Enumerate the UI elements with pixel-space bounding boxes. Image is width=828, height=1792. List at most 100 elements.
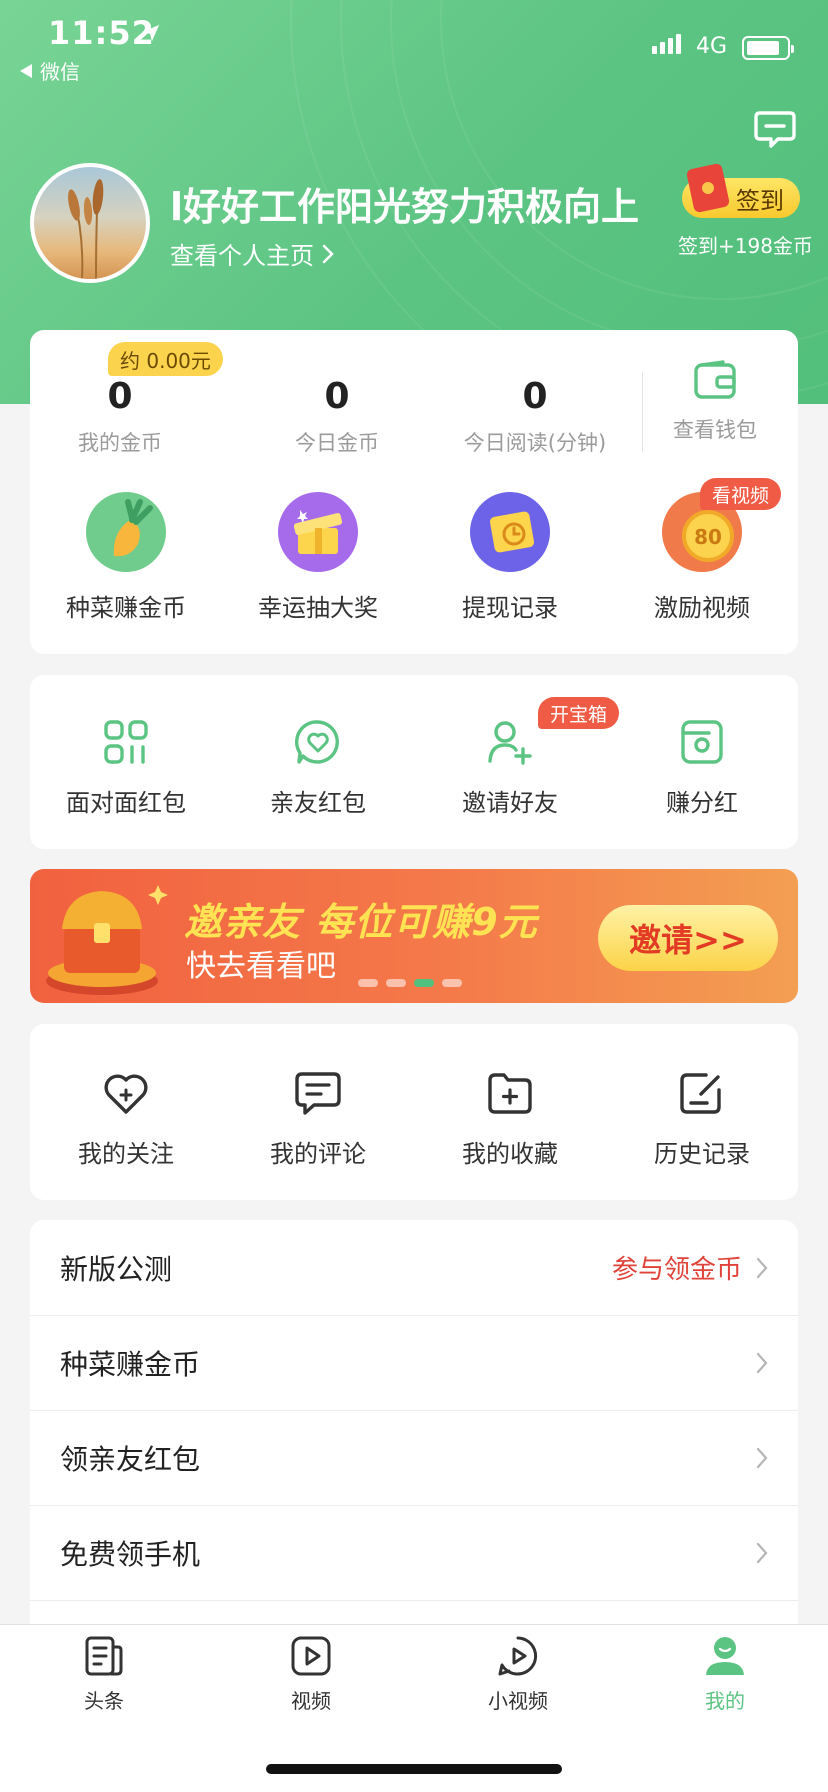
signal-icon [652,34,681,54]
grid-earn-dividend[interactable]: 赚分红 [606,719,798,818]
feature-label: 提现记录 [462,594,558,622]
edit-note-icon [680,1073,721,1114]
back-app-label: 微信 [40,60,80,84]
banner-title: 邀亲友 每位可赚9元 [184,900,538,944]
stat-value: 0 [107,376,133,417]
network-label: 4G [696,34,728,59]
coin-text: 80 [694,525,722,549]
stat-label: 今日阅读(分钟) [463,431,607,455]
divider [642,372,643,452]
view-profile-label: 查看个人主页 [170,242,314,270]
tab-label: 头条 [84,1689,124,1713]
heart-bubble-icon [295,720,339,764]
approx-value-badge: 约 0.00元 [108,342,223,376]
gift-icon [278,492,358,572]
view-profile-link[interactable]: 查看个人主页 [170,236,334,271]
location-arrow-icon [142,24,160,42]
grid-my-follows[interactable]: 我的关注 [30,1070,222,1169]
list-item-family-redpacket[interactable]: 领亲友红包 [30,1410,798,1505]
tab-me[interactable]: 我的 [665,1635,785,1714]
list-item-free-phone[interactable]: 免费领手机 [30,1505,798,1600]
chevron-right-icon [756,1257,768,1278]
stat-label: 今日金币 [295,431,379,455]
feature-withdraw-records[interactable]: 提现记录 [414,492,606,623]
list-item-label: 新版公测 [60,1252,173,1286]
grid-invite-friends[interactable]: 邀请好友 [414,719,606,818]
open-treasure-badge: 开宝箱 [538,697,620,729]
view-wallet-button[interactable]: 查看钱包 [650,360,780,444]
list-item-beta[interactable]: 新版公测 参与领金币 [30,1220,798,1315]
stat-label: 我的金币 [78,431,162,455]
home-indicator [266,1764,562,1774]
divider [30,1600,798,1601]
username: l好好工作阳光努力积极向上 [170,185,640,229]
carousel-dots [358,979,462,987]
stat-today-reading[interactable]: 0 今日阅读(分钟) [450,376,620,457]
wheat-photo-icon [68,179,104,279]
heart-plus-icon [104,1074,148,1114]
tab-short-video[interactable]: 小视频 [458,1635,578,1714]
grid-label: 我的收藏 [462,1140,558,1168]
comment-icon [295,1072,341,1115]
stat-value: 0 [324,376,350,417]
feature-label: 幸运抽大奖 [258,594,378,622]
message-icon[interactable] [754,110,796,150]
wallet-label: 查看钱包 [673,418,757,442]
grid-my-favorites[interactable]: 我的收藏 [414,1070,606,1169]
list-item-label: 免费领手机 [60,1537,201,1571]
folder-plus-icon [488,1073,532,1114]
feature-reward-video[interactable]: 80 激励视频 [606,492,798,623]
carousel-dot-active [414,979,434,987]
signin-reward-text: 签到+198金币 [678,234,813,258]
profile-icon [706,1637,744,1675]
grid-face-to-face-redpacket[interactable]: 面对面红包 [30,719,222,818]
qr-grid-icon [104,720,148,764]
grid-label: 亲友红包 [270,789,366,817]
list-item-label: 种菜赚金币 [60,1347,201,1381]
list-item-grow-veg[interactable]: 种菜赚金币 [30,1315,798,1410]
feature-grow-veg[interactable]: 种菜赚金币 [30,492,222,623]
chevron-right-icon [756,1352,768,1373]
grid-my-comments[interactable]: 我的评论 [222,1070,414,1169]
stat-value: 0 [522,376,548,417]
grid-history[interactable]: 历史记录 [606,1070,798,1169]
tab-video[interactable]: 视频 [251,1635,371,1714]
signin-label: 签到 [736,186,784,215]
clock-card-icon [470,492,550,572]
back-triangle-icon [20,63,32,78]
carousel-dot [358,979,378,987]
carrot-icon [86,492,166,572]
treasure-chest-icon [46,885,168,995]
list-item-right-text: 参与领金币 [611,1255,742,1285]
menu-list: 新版公测 参与领金币 种菜赚金币 领亲友红包 免费领手机 [30,1220,798,1660]
short-video-icon [498,1636,538,1676]
chevron-right-icon [756,1542,768,1563]
invite-banner[interactable]: 邀亲友 每位可赚9元 快去看看吧 邀请>> [30,869,798,1003]
grid-family-redpacket[interactable]: 亲友红包 [222,719,414,818]
redpacket-card: 面对面红包 亲友红包 邀请好友 赚分红 开宝箱 [30,675,798,849]
tab-label: 小视频 [488,1689,548,1713]
tab-label-active: 我的 [705,1689,745,1713]
tab-headlines[interactable]: 头条 [44,1635,164,1714]
feature-label: 激励视频 [654,594,750,622]
video-icon [291,1636,331,1676]
feature-lucky-draw[interactable]: 幸运抽大奖 [222,492,414,623]
invite-button[interactable]: 邀请>> [598,905,778,971]
avatar[interactable] [30,163,150,283]
banner-subtitle: 快去看看吧 [186,949,336,984]
chevron-right-icon [322,244,334,263]
news-icon [85,1636,123,1676]
chevron-right-icon [756,1447,768,1468]
back-to-app[interactable]: 微信 [20,56,80,85]
carousel-dot [386,979,406,987]
tab-label: 视频 [291,1689,331,1713]
stat-my-coins[interactable]: 0 我的金币 [40,376,200,457]
add-user-icon [488,721,532,765]
grid-label: 面对面红包 [66,789,186,817]
battery-icon [742,36,794,60]
feature-label: 种菜赚金币 [66,594,186,622]
grid-label: 我的评论 [270,1140,366,1168]
stat-today-coins[interactable]: 0 今日金币 [252,376,422,457]
watch-video-badge: 看视频 [700,478,782,510]
grid-label: 我的关注 [78,1140,174,1168]
